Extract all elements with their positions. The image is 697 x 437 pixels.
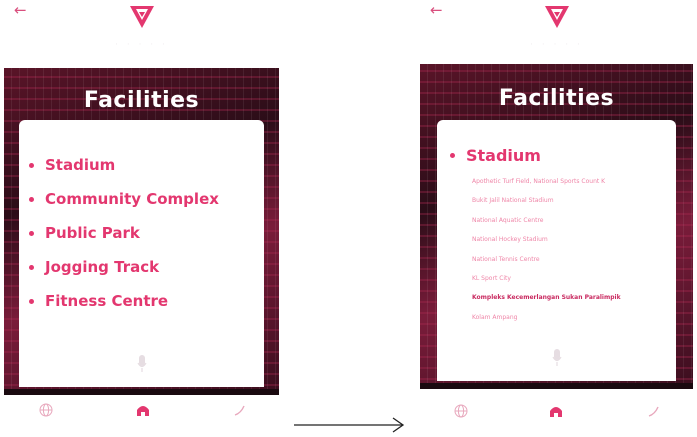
- globe-icon[interactable]: [38, 402, 54, 418]
- stadium-sublist: Apothetic Turf Field, National Sports Co…: [472, 172, 621, 327]
- facility-item-jogging-track[interactable]: Jogging Track: [29, 250, 219, 284]
- phone-icon[interactable]: [232, 402, 248, 418]
- facility-item-community-complex[interactable]: Community Complex: [29, 182, 219, 216]
- bullet-icon: [29, 298, 34, 304]
- stadium-sub-item[interactable]: National Hockey Stadium: [472, 230, 621, 249]
- bottom-navigation: [0, 402, 283, 424]
- hero-banner: Facilities Stadium Apothetic Turf Field,…: [420, 64, 693, 389]
- facilities-card: Stadium Apothetic Turf Field, National S…: [437, 120, 676, 381]
- back-arrow-icon[interactable]: ←: [14, 0, 27, 20]
- facilities-card: Stadium Community Complex Public Park Jo…: [19, 120, 264, 387]
- stadium-sub-item[interactable]: Kompleks Kecemerlangan Sukan Paralimpik: [472, 288, 621, 307]
- facility-label: Community Complex: [45, 190, 219, 208]
- bullet-icon: [29, 162, 34, 168]
- facility-label: Stadium: [45, 156, 116, 174]
- faint-header-text: · · · · ·: [115, 40, 168, 50]
- page-title: Facilities: [83, 88, 200, 113]
- home-icon[interactable]: [135, 402, 151, 418]
- brand-v-logo-icon: [129, 6, 154, 28]
- bullet-icon: [450, 153, 455, 158]
- facility-item-public-park[interactable]: Public Park: [29, 216, 219, 250]
- bullet-icon: [29, 196, 34, 202]
- facility-label: Public Park: [45, 224, 140, 242]
- facilities-list: Stadium Community Complex Public Park Jo…: [29, 148, 219, 318]
- facility-label: Stadium: [466, 146, 541, 165]
- facility-label: Fitness Centre: [45, 292, 169, 310]
- right-arrow-icon: [294, 417, 405, 433]
- facility-item-stadium-expanded[interactable]: Stadium: [450, 146, 541, 165]
- stadium-sub-item[interactable]: Bukit Jalil National Stadium: [472, 191, 621, 210]
- bullet-icon: [29, 264, 34, 270]
- facility-label: Jogging Track: [45, 258, 160, 276]
- stadium-sub-item[interactable]: National Tennis Centre: [472, 250, 621, 269]
- stadium-sub-item[interactable]: National Aquatic Centre: [472, 211, 621, 230]
- bottom-navigation: [416, 403, 697, 425]
- facility-item-stadium[interactable]: Stadium: [29, 148, 219, 182]
- stadium-sub-item[interactable]: KL Sport City: [472, 269, 621, 288]
- phone-icon[interactable]: [646, 403, 662, 419]
- microphone-icon[interactable]: [136, 355, 147, 373]
- globe-icon[interactable]: [453, 403, 469, 419]
- facilities-screen-expanded: ← · · · · · Facilities Stadium Apothetic…: [416, 0, 697, 437]
- facilities-screen-collapsed: ← · · · · · Facilities Stadium Community…: [0, 0, 283, 437]
- facility-item-fitness-centre[interactable]: Fitness Centre: [29, 284, 219, 318]
- home-icon[interactable]: [548, 403, 564, 419]
- page-title: Facilities: [498, 86, 615, 111]
- stadium-sub-item[interactable]: Kolam Ampang: [472, 308, 621, 327]
- back-arrow-icon[interactable]: ←: [430, 0, 443, 20]
- bullet-icon: [29, 230, 34, 236]
- brand-v-logo-icon: [544, 6, 569, 28]
- hero-banner: Facilities Stadium Community Complex Pub…: [4, 68, 279, 395]
- microphone-icon[interactable]: [551, 349, 562, 367]
- stadium-sub-item[interactable]: Apothetic Turf Field, National Sports Co…: [472, 172, 621, 191]
- faint-header-text: · · · · ·: [530, 40, 583, 50]
